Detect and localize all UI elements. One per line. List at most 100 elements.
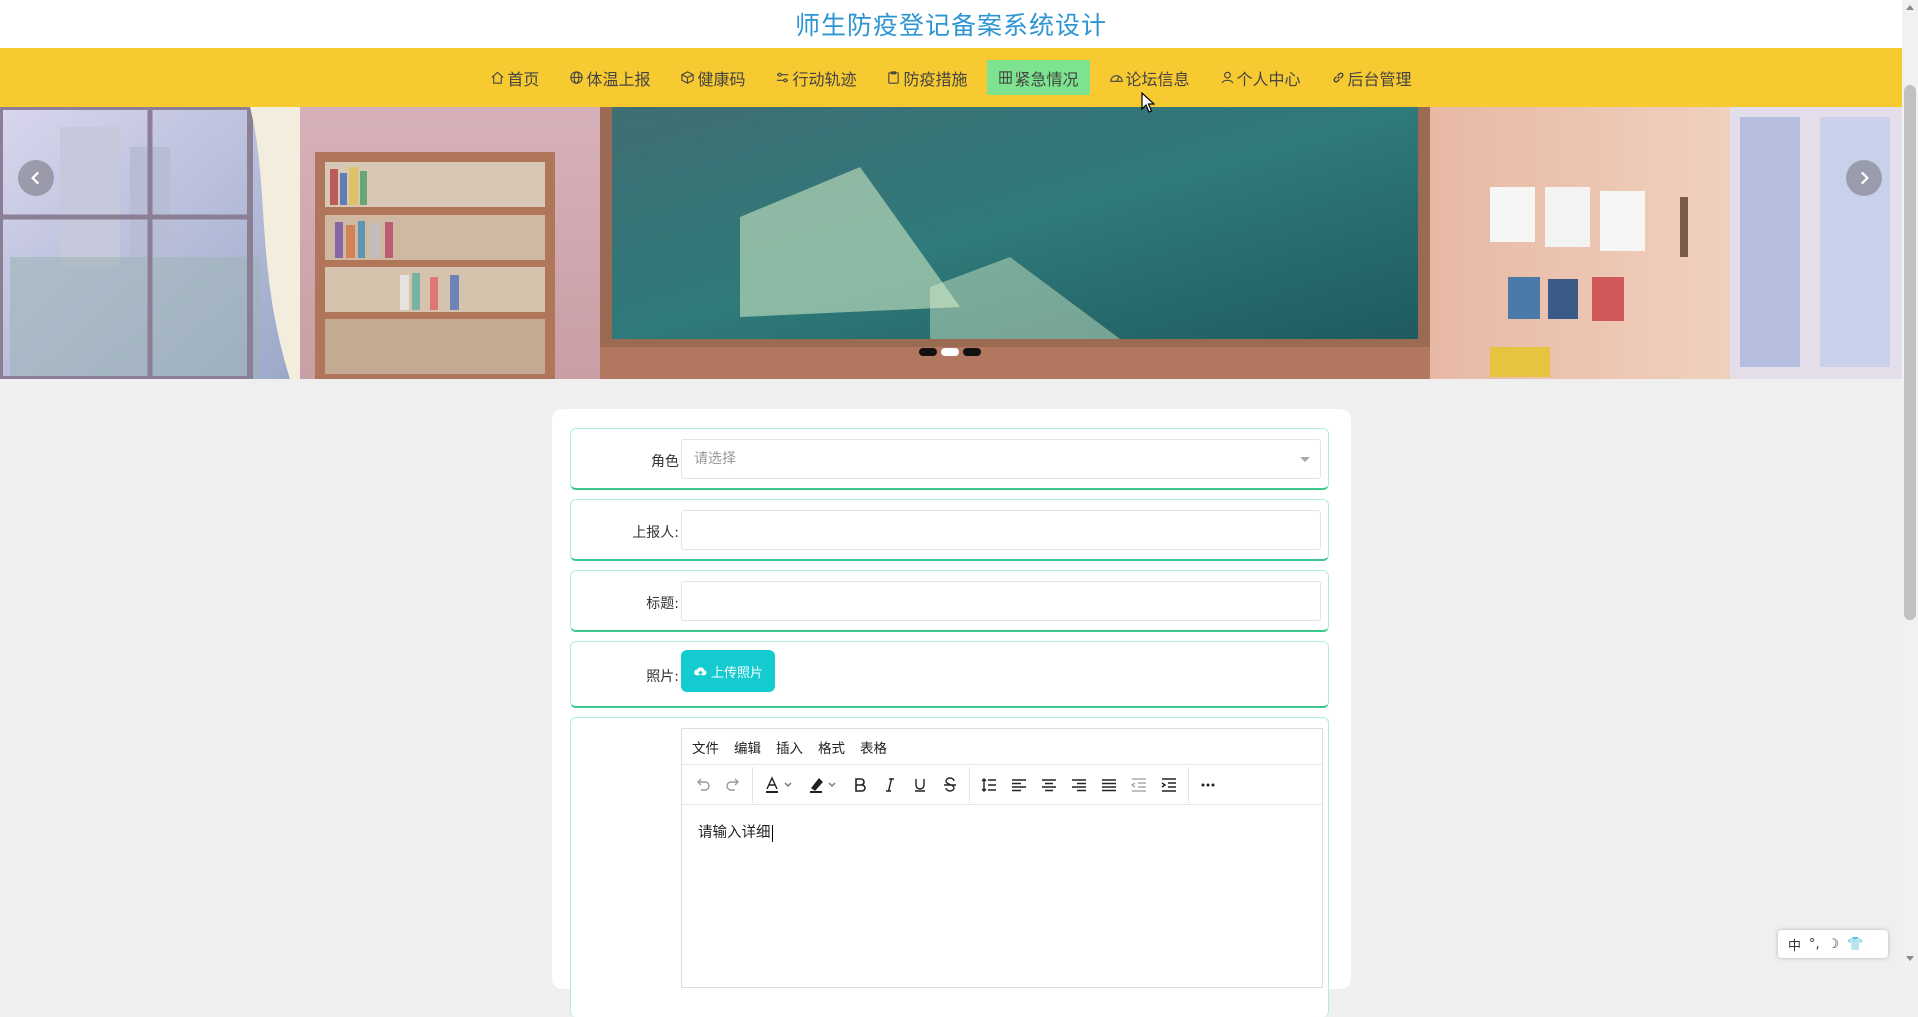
box-icon bbox=[680, 70, 695, 85]
nav-label: 紧急情况 bbox=[1014, 69, 1079, 89]
nav-label: 体温上报 bbox=[586, 69, 651, 89]
outdent-icon bbox=[1130, 777, 1146, 792]
cloud-upload-icon bbox=[694, 666, 707, 676]
chevron-left-icon bbox=[31, 171, 40, 185]
italic-icon bbox=[886, 777, 894, 792]
italic-button[interactable] bbox=[875, 770, 905, 800]
gauge-icon bbox=[1109, 70, 1124, 85]
menu-table[interactable]: 表格 bbox=[860, 737, 887, 757]
carousel-indicators bbox=[919, 348, 981, 356]
home-icon bbox=[490, 70, 505, 85]
chevron-right-icon bbox=[1860, 171, 1869, 185]
editor-content[interactable]: 请输入详细 bbox=[682, 805, 1322, 858]
top-header: 师生防疫登记备案系统设计 bbox=[0, 0, 1902, 48]
sliders-icon bbox=[775, 70, 790, 85]
ime-mode[interactable]: 中 bbox=[1788, 935, 1801, 954]
indent-icon bbox=[1161, 777, 1176, 792]
nav-item-profile[interactable]: 个人中心 bbox=[1209, 60, 1312, 95]
align-left-icon bbox=[1012, 778, 1026, 791]
nav-item-forum[interactable]: 论坛信息 bbox=[1098, 60, 1201, 95]
scroll-up-arrow-icon[interactable] bbox=[1906, 5, 1914, 10]
globe-icon bbox=[569, 70, 584, 85]
link-icon bbox=[1331, 70, 1346, 85]
nav-label: 个人中心 bbox=[1236, 69, 1301, 89]
photo-label: 照片: bbox=[646, 669, 679, 685]
underline-button[interactable] bbox=[905, 770, 935, 800]
editor-menubar: 文件 编辑 插入 格式 表格 bbox=[682, 729, 1322, 765]
text-color-icon bbox=[766, 775, 792, 793]
strikethrough-button[interactable] bbox=[935, 770, 965, 800]
reporter-input[interactable] bbox=[681, 510, 1321, 550]
menu-insert[interactable]: 插入 bbox=[776, 737, 803, 757]
role-select[interactable]: 请选择 bbox=[681, 439, 1321, 479]
moon-icon[interactable]: ☽ bbox=[1828, 937, 1840, 952]
undo-button[interactable] bbox=[688, 770, 718, 800]
nav-label: 防疫措施 bbox=[903, 69, 968, 89]
rich-text-editor: 文件 编辑 插入 格式 表格 请输入详细 bbox=[681, 728, 1323, 988]
clipboard-icon bbox=[886, 70, 901, 85]
carousel-banner bbox=[0, 107, 1902, 379]
nav-item-track[interactable]: 行动轨迹 bbox=[764, 60, 867, 95]
align-center-icon bbox=[1042, 778, 1056, 791]
scroll-down-arrow-icon[interactable] bbox=[1906, 956, 1914, 961]
nav-item-admin[interactable]: 后台管理 bbox=[1320, 60, 1423, 95]
more-icon bbox=[1201, 783, 1215, 786]
carousel-dot[interactable] bbox=[963, 348, 981, 356]
nav-item-health-code[interactable]: 健康码 bbox=[669, 60, 756, 95]
align-right-icon bbox=[1072, 778, 1086, 791]
indent-button[interactable] bbox=[1154, 770, 1184, 800]
carousel-dot-active[interactable] bbox=[941, 348, 959, 356]
title-input[interactable] bbox=[681, 581, 1321, 621]
nav-item-home[interactable]: 首页 bbox=[479, 60, 550, 95]
classroom-illustration bbox=[0, 107, 1902, 379]
toolbar-divider bbox=[752, 766, 753, 803]
align-center-button[interactable] bbox=[1034, 770, 1064, 800]
page-scrollbar[interactable] bbox=[1902, 0, 1918, 966]
carousel-dot[interactable] bbox=[919, 348, 937, 356]
carousel-prev-button[interactable] bbox=[18, 160, 54, 196]
strikethrough-icon bbox=[944, 776, 956, 792]
nav-label: 论坛信息 bbox=[1125, 69, 1190, 89]
chevron-down-icon bbox=[1300, 457, 1310, 462]
text-caret bbox=[771, 824, 773, 842]
ime-toolbar[interactable]: 中 °, ☽ 👕 bbox=[1778, 930, 1888, 958]
shirt-icon[interactable]: 👕 bbox=[1847, 937, 1863, 952]
line-height-button[interactable] bbox=[974, 770, 1004, 800]
scroll-thumb[interactable] bbox=[1904, 85, 1916, 620]
align-left-button[interactable] bbox=[1004, 770, 1034, 800]
nav-item-emergency[interactable]: 紧急情况 bbox=[986, 60, 1090, 95]
reporter-label: 上报人: bbox=[632, 525, 679, 541]
bold-button[interactable] bbox=[845, 770, 875, 800]
nav-item-temperature[interactable]: 体温上报 bbox=[558, 60, 661, 95]
line-height-icon bbox=[981, 777, 996, 792]
nav-label: 健康码 bbox=[697, 69, 746, 89]
undo-icon bbox=[697, 778, 710, 791]
more-button[interactable] bbox=[1193, 770, 1223, 800]
user-icon bbox=[1220, 70, 1235, 85]
mouse-cursor-icon bbox=[1141, 92, 1155, 113]
role-label: 角色 bbox=[651, 454, 679, 470]
role-placeholder: 请选择 bbox=[694, 451, 736, 467]
nav-item-measures[interactable]: 防疫措施 bbox=[875, 60, 978, 95]
nav-label: 行动轨迹 bbox=[792, 69, 857, 89]
outdent-button[interactable] bbox=[1124, 770, 1154, 800]
ime-symbols[interactable]: °, bbox=[1809, 937, 1820, 952]
highlight-color-button[interactable] bbox=[801, 770, 845, 800]
menu-format[interactable]: 格式 bbox=[818, 737, 845, 757]
redo-button[interactable] bbox=[718, 770, 748, 800]
grid-icon bbox=[998, 70, 1013, 85]
align-justify-button[interactable] bbox=[1094, 770, 1124, 800]
upload-photo-label: 上传照片 bbox=[710, 665, 763, 681]
nav-label: 首页 bbox=[507, 69, 540, 89]
highlight-icon bbox=[810, 777, 836, 793]
menu-file[interactable]: 文件 bbox=[692, 737, 719, 757]
text-color-button[interactable] bbox=[757, 770, 801, 800]
title-label: 标题: bbox=[646, 596, 679, 612]
menu-edit[interactable]: 编辑 bbox=[734, 737, 761, 757]
upload-photo-button[interactable]: 上传照片 bbox=[681, 650, 775, 692]
align-right-button[interactable] bbox=[1064, 770, 1094, 800]
carousel-next-button[interactable] bbox=[1846, 160, 1882, 196]
role-row: 角色 请选择 bbox=[570, 428, 1329, 490]
underline-icon bbox=[915, 778, 925, 792]
toolbar-divider bbox=[969, 766, 970, 803]
